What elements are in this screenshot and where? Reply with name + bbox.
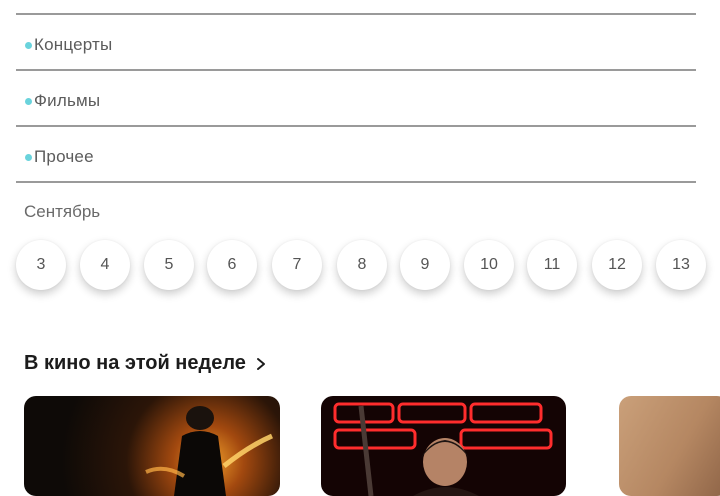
- movie-poster[interactable]: [24, 396, 280, 496]
- day-button[interactable]: 10: [464, 240, 514, 290]
- movie-poster[interactable]: [619, 396, 720, 496]
- chevron-right-icon: [256, 357, 265, 370]
- divider: [16, 13, 696, 15]
- day-button[interactable]: 12: [592, 240, 642, 290]
- month-label: Сентябрь: [24, 202, 101, 221]
- divider: [16, 69, 696, 71]
- day-button[interactable]: 4: [80, 240, 130, 290]
- category-dot-icon: [25, 97, 32, 105]
- day-button[interactable]: 9: [400, 240, 450, 290]
- category-other[interactable]: Прочее: [16, 130, 696, 184]
- section-title-movies-this-week[interactable]: В кино на этой неделе: [24, 352, 268, 375]
- category-concerts[interactable]: Концерты: [16, 18, 696, 72]
- day-button[interactable]: 7: [272, 240, 322, 290]
- day-button[interactable]: 3: [16, 240, 66, 290]
- poster-1-art: [145, 406, 273, 496]
- movie-poster[interactable]: [321, 396, 566, 496]
- category-label: Фильмы: [34, 91, 101, 110]
- date-picker: 3 4 5 6 7 8 9 10 11 12 13: [0, 240, 720, 300]
- divider: [16, 125, 696, 127]
- section-title-text: В кино на этой неделе: [24, 352, 246, 374]
- category-dot-icon: [25, 41, 32, 49]
- category-label: Прочее: [34, 147, 94, 166]
- day-button[interactable]: 6: [207, 240, 257, 290]
- day-button[interactable]: 8: [337, 240, 387, 290]
- category-films[interactable]: Фильмы: [16, 74, 696, 128]
- category-dot-icon: [25, 153, 32, 161]
- category-label: Концерты: [34, 35, 113, 54]
- day-button[interactable]: 5: [144, 240, 194, 290]
- day-button[interactable]: 11: [527, 240, 577, 290]
- day-button[interactable]: 13: [656, 240, 706, 290]
- poster-2-art: [333, 402, 553, 496]
- divider: [16, 181, 696, 183]
